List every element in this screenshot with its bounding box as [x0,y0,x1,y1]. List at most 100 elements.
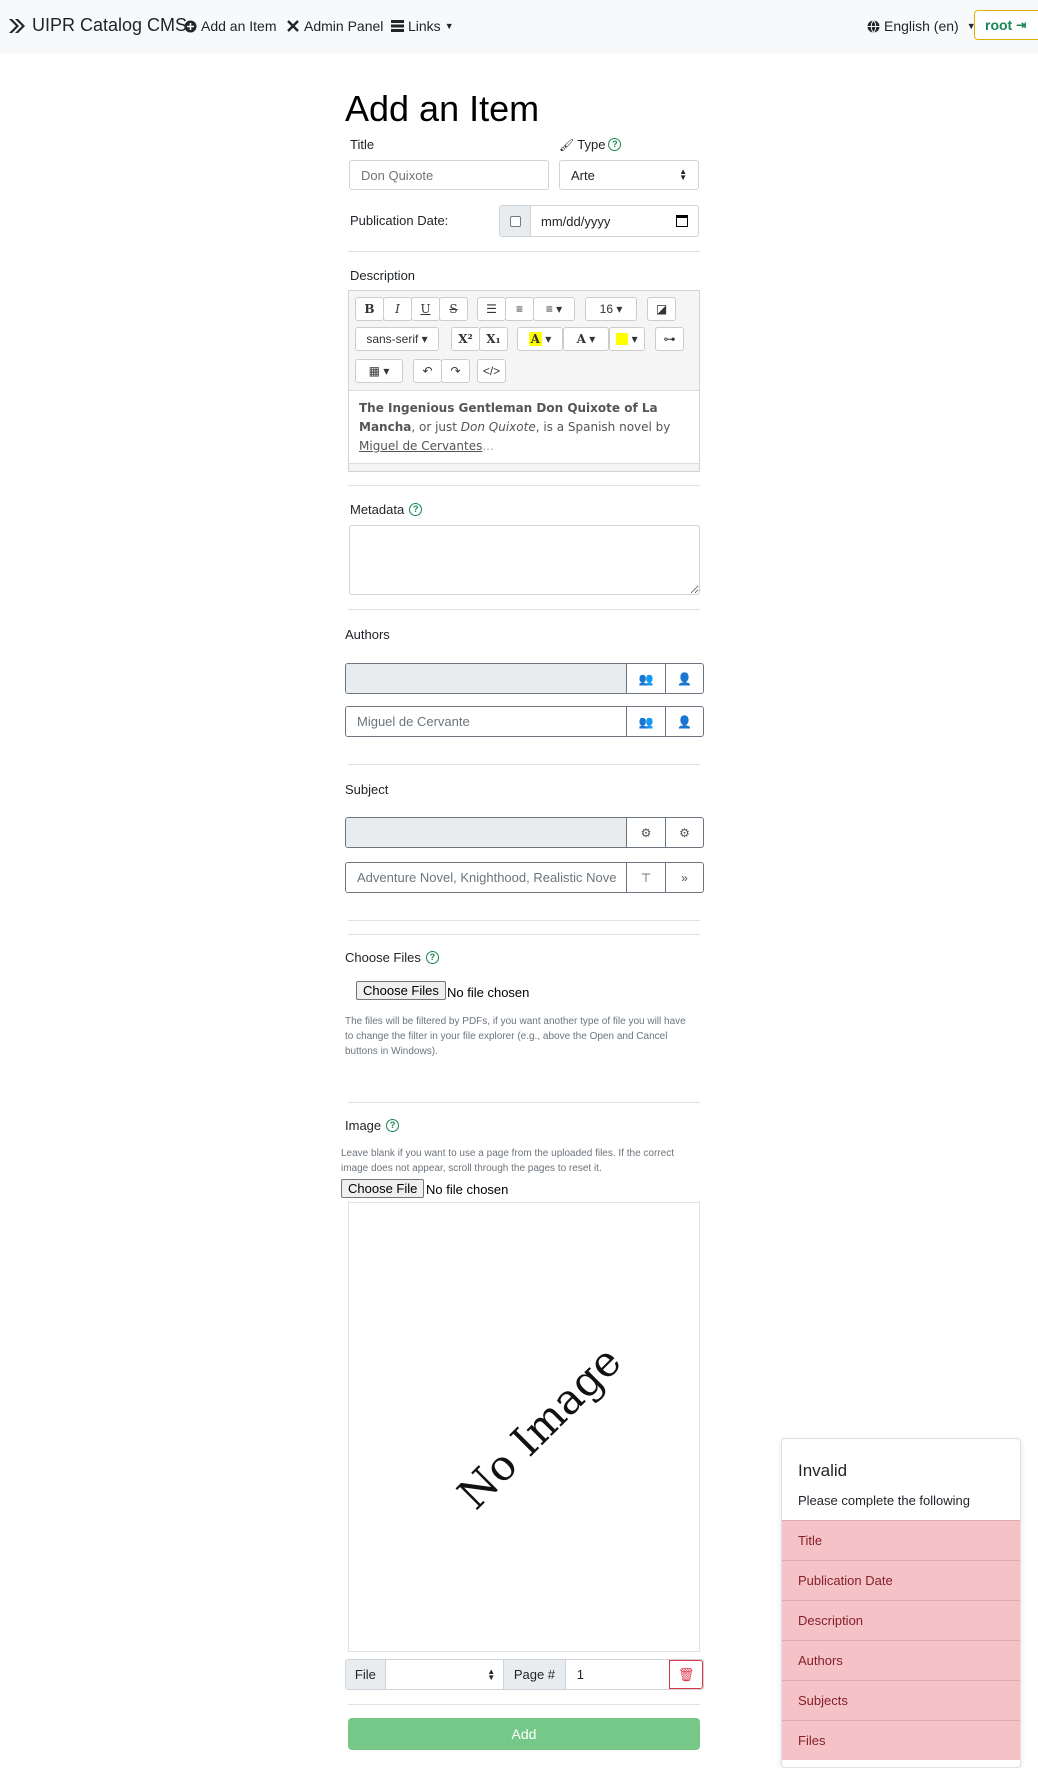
subject-input[interactable]: Adventure Novel, Knighthood, Realistic N… [346,863,627,892]
ordered-list-button[interactable]: ≡ [505,297,534,321]
subject-tree-button[interactable]: ⊤ [627,863,665,892]
superscript-button[interactable]: X² [451,327,480,351]
divider [348,764,700,765]
select-arrows-icon: ▲ ▼ [487,1666,496,1682]
toast-item-title: Title [782,1520,1020,1560]
subject-selected-field [346,818,627,847]
strikethrough-button[interactable]: S [439,297,468,321]
edit-author-button[interactable]: 👤 [665,664,703,693]
type-label: Type [577,137,606,152]
font-family-value: sans-serif [366,332,419,346]
divider [348,251,700,252]
type-select[interactable]: Arte ▲ ▼ [559,160,699,190]
bold-button[interactable]: B [355,297,384,321]
tools-icon [287,20,299,32]
nav-links-dropdown[interactable]: Links ▼ [391,18,454,34]
authors-input-group: Miguel de Cervante 👥 👤 [345,706,704,737]
link-button[interactable]: ⊶ [655,327,684,351]
user-name: root [985,17,1013,33]
page-number-input[interactable]: 1 [566,1660,669,1689]
caret-down-icon: ▼ [444,21,454,31]
subject-label: Subject [345,782,389,797]
editor-toolbar: B I U S ☰ ≡ ≡ ▾ 16 ▾ ◪ sans-serif ▾ X² X… [349,291,699,391]
choose-files-button[interactable]: Choose Files [356,981,446,1000]
content-text: , is a Spanish novel by [535,420,671,434]
language-dropdown[interactable]: English (en) ▼ [867,18,976,34]
underline-button[interactable]: U [411,297,440,321]
help-icon[interactable]: ? [608,138,622,151]
plus-circle-icon [184,20,197,32]
subject-catalog-button[interactable]: » [665,863,703,892]
table-dropdown[interactable]: ▦ ▾ [355,359,403,383]
font-family-dropdown[interactable]: sans-serif ▾ [355,327,439,351]
redo-icon: ↷ [450,364,461,378]
brand-link[interactable]: UIPR Catalog CMS [8,15,187,36]
authors-selected-group: 👥 👤 [345,663,704,694]
text-color-button[interactable]: A ▾ [563,327,609,351]
nav-admin-panel[interactable]: Admin Panel [286,18,383,34]
editor-content[interactable]: The Ingenious Gentleman Don Quixote of L… [359,399,689,456]
pubdate-checkbox[interactable] [509,215,521,227]
code-view-button[interactable]: </> [477,359,506,383]
pubdate-input[interactable]: mm/dd/yyyy [531,206,698,236]
subject-settings-button[interactable]: ⚙ [665,818,703,847]
subject-selected-group: ⚙ ⚙ [345,817,704,848]
delete-page-button[interactable]: 🗑 [669,1660,703,1689]
nav-links-label: Links [408,18,441,34]
font-size-dropdown[interactable]: 16 ▾ [585,297,637,321]
align-icon: ≡ ▾ [545,302,563,316]
select-authors-button[interactable]: 👥 [627,707,665,736]
highlight-icon: A [528,332,542,346]
link-icon: ⊶ [663,332,676,346]
unordered-list-button[interactable]: ☰ [477,297,506,321]
files-label: Choose Files [345,950,421,965]
editor-resize-handle[interactable] [349,463,699,471]
authors-selected-field [346,664,627,693]
image-label-group: Image ? [345,1118,400,1133]
nav-admin-panel-label: Admin Panel [304,18,384,34]
superscript-icon: X² [458,332,473,346]
undo-button[interactable]: ↶ [413,359,442,383]
title-label: Title [350,137,375,152]
toast-list: Title Publication Date Description Autho… [782,1520,1020,1760]
italic-button[interactable]: I [383,297,412,321]
subscript-button[interactable]: X₁ [479,327,508,351]
calendar-icon[interactable] [676,215,688,227]
manage-authors-button[interactable]: 👥 [627,664,665,693]
toast-item-publication-date: Publication Date [782,1560,1020,1600]
type-select-value: Arte [571,167,595,183]
color-swatch-icon [616,333,629,345]
user-cog-icon: 👤 [677,671,692,686]
files-status: No file chosen [447,985,530,1000]
server-icon [391,20,404,32]
help-icon[interactable]: ? [409,503,423,516]
help-icon[interactable]: ? [425,951,439,964]
help-icon[interactable]: ? [386,1119,400,1132]
choose-image-button[interactable]: Choose File [341,1179,425,1198]
authors-label: Authors [345,627,390,642]
type-label-group: 🖌 Type ? [559,137,622,152]
content-author-link[interactable]: Miguel de Cervantes [359,439,482,453]
user-logout-button[interactable]: root ⇥ [974,10,1038,40]
clear-format-button[interactable]: ◪ [647,297,676,321]
divider [348,1704,700,1705]
authors-input[interactable]: Miguel de Cervante [346,707,627,736]
file-select[interactable]: ▲ ▼ [386,1660,505,1689]
globe-icon [867,19,880,33]
cogs-icon: ⚙ [640,825,652,840]
pubdate-label: Publication Date: [350,213,449,228]
subject-placeholder: Adventure Novel, Knighthood, Realistic N… [357,870,617,885]
metadata-textarea[interactable] [349,525,700,595]
file-label: File [346,1660,386,1689]
background-color-button[interactable]: ▾ [609,327,645,351]
add-author-button[interactable]: 👤 [665,707,703,736]
add-button[interactable]: Add [348,1718,700,1750]
manage-subjects-button[interactable]: ⚙ [627,818,665,847]
align-dropdown[interactable]: ≡ ▾ [533,297,575,321]
content-italic-title: Don Quixote [460,420,536,434]
highlight-color-button[interactable]: A ▾ [517,327,563,351]
redo-button[interactable]: ↷ [441,359,470,383]
nav-add-item[interactable]: Add an Item [184,18,277,34]
trash-icon: 🗑 [677,1666,695,1682]
title-input[interactable] [349,160,549,190]
